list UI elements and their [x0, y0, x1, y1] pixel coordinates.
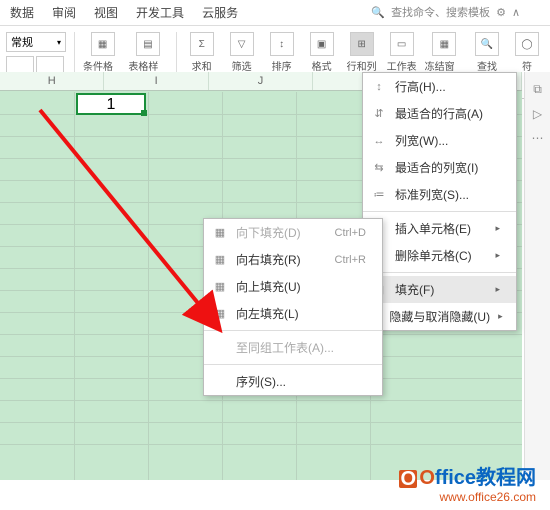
watermark: OOffice教程网 www.office26.com [399, 461, 536, 504]
btn-worksheet[interactable]: ▭工作表 [385, 32, 419, 73]
search-icon: 🔍 [371, 6, 385, 19]
more-icon[interactable]: ⋯ [532, 131, 544, 145]
btn-symbol[interactable]: ◯符 [510, 32, 544, 73]
collapse-icon[interactable]: ∧ [512, 6, 520, 19]
btn-sum[interactable]: Σ求和 [185, 32, 219, 73]
col-h[interactable]: H [0, 72, 104, 90]
mi-insert-cells[interactable]: ⊞插入单元格(E)▸ [363, 215, 516, 242]
mi-fill-left[interactable]: ▦向左填充(L) [204, 300, 382, 327]
mi-row-height[interactable]: ↕行高(H)... [363, 73, 516, 100]
mi-series[interactable]: 序列(S)... [204, 368, 382, 395]
row-height-icon: ↕ [371, 80, 387, 94]
logo-icon: O [399, 470, 417, 488]
fill-up-icon: ▦ [212, 280, 228, 294]
std-width-icon: ≔ [371, 188, 387, 202]
col-width-icon: ↔ [371, 134, 387, 148]
autofit-col-icon: ⇆ [371, 161, 387, 175]
tab-dev[interactable]: 开发工具 [136, 4, 184, 21]
settings-icon[interactable]: ⚙ [496, 6, 506, 19]
mi-hide[interactable]: ◫隐藏与取消隐藏(U)▸ [363, 303, 516, 330]
btn-filter[interactable]: ▽筛选 [225, 32, 259, 73]
chevron-down-icon: ▾ [57, 38, 61, 47]
fill-right-icon: ▦ [212, 253, 228, 267]
mi-std-width[interactable]: ≔标准列宽(S)... [363, 181, 516, 208]
mi-fill-group: 至同组工作表(A)... [204, 334, 382, 361]
search-placeholder: 查找命令、搜索模板 [391, 4, 490, 20]
col-i[interactable]: I [104, 72, 208, 90]
fill-handle[interactable] [141, 110, 147, 116]
select-tool-icon[interactable]: ▷ [533, 107, 542, 121]
fill-submenu: ▦向下填充(D)Ctrl+D ▦向右填充(R)Ctrl+R ▦向上填充(U) ▦… [203, 218, 383, 396]
tab-review[interactable]: 审阅 [52, 4, 76, 21]
btn-rows-cols[interactable]: ⊞行和列 [345, 32, 379, 73]
search-area[interactable]: 🔍 查找命令、搜索模板 ⚙ ∧ [371, 4, 520, 20]
submenu-arrow-icon: ▸ [495, 284, 500, 295]
btn-format[interactable]: ▣格式 [305, 32, 339, 73]
tab-view[interactable]: 视图 [94, 4, 118, 21]
mi-col-width[interactable]: ↔列宽(W)... [363, 127, 516, 154]
mi-autofit-col[interactable]: ⇆最适合的列宽(I) [363, 154, 516, 181]
mi-fill-right[interactable]: ▦向右填充(R)Ctrl+R [204, 246, 382, 273]
mi-delete-cells[interactable]: ⊟删除单元格(C)▸ [363, 242, 516, 269]
rows-cols-menu: ↕行高(H)... ⇵最适合的行高(A) ↔列宽(W)... ⇆最适合的列宽(I… [362, 72, 517, 331]
btn-find[interactable]: 🔍查找 [470, 32, 504, 73]
mi-fill-up[interactable]: ▦向上填充(U) [204, 273, 382, 300]
btn-sort[interactable]: ↕排序 [265, 32, 299, 73]
submenu-arrow-icon: ▸ [495, 223, 500, 234]
panel-toggle-icon[interactable]: ⧉ [533, 82, 542, 97]
tab-cloud[interactable]: 云服务 [202, 4, 238, 21]
mi-fill[interactable]: ▦填充(F)▸ [363, 276, 516, 303]
col-j[interactable]: J [209, 72, 313, 90]
cell-style-select[interactable]: 常规▾ [6, 32, 66, 52]
submenu-arrow-icon: ▸ [498, 311, 503, 322]
tab-data[interactable]: 数据 [10, 4, 34, 21]
mi-autofit-row[interactable]: ⇵最适合的行高(A) [363, 100, 516, 127]
side-panel: ⧉ ▷ ⋯ [524, 72, 550, 480]
submenu-arrow-icon: ▸ [495, 250, 500, 261]
autofit-row-icon: ⇵ [371, 107, 387, 121]
selected-cell[interactable]: 1 [76, 93, 146, 115]
cell-value: 1 [107, 96, 116, 113]
fill-down-icon: ▦ [212, 226, 228, 240]
mi-fill-down: ▦向下填充(D)Ctrl+D [204, 219, 382, 246]
fill-left-icon: ▦ [212, 307, 228, 321]
